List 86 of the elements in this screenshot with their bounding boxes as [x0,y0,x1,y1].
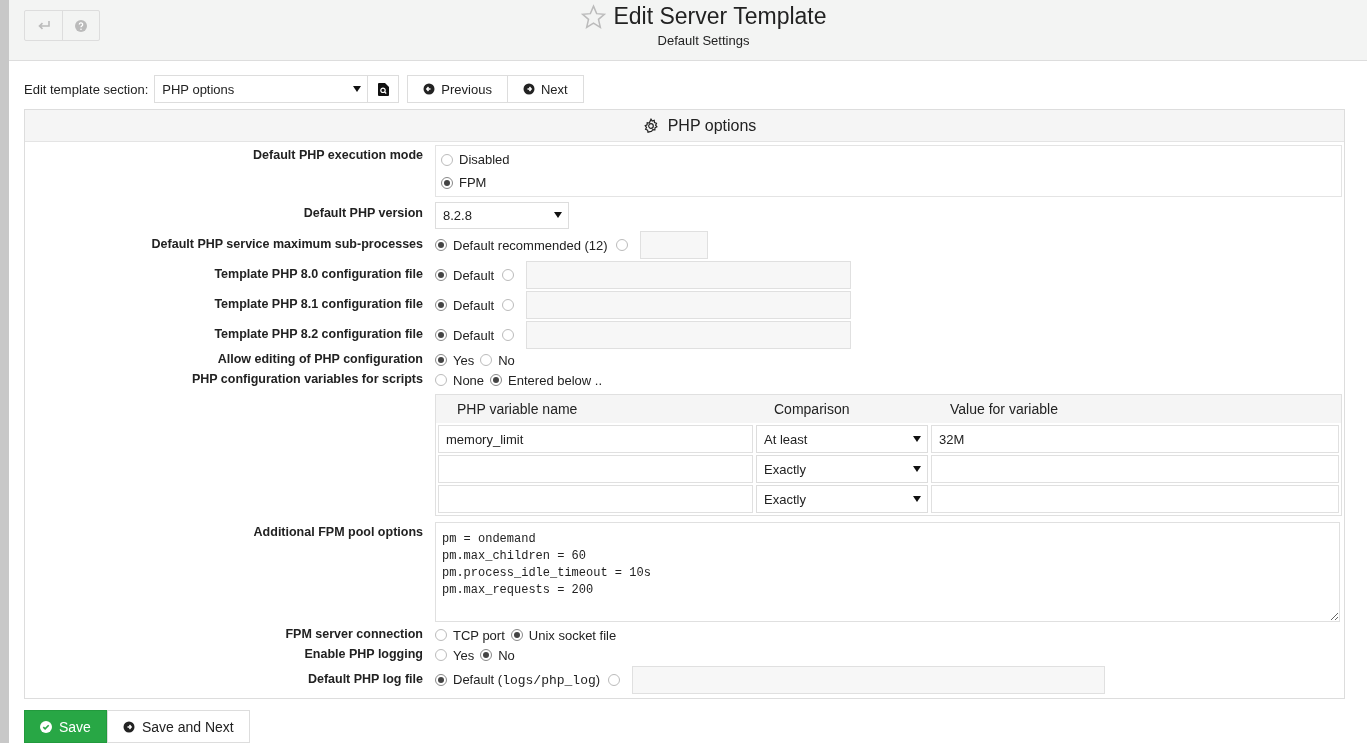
save-and-next-button[interactable]: Save and Next [106,710,250,743]
page-subtitle: Default Settings [657,33,750,48]
text-input[interactable] [632,666,1106,694]
radio-button[interactable] [502,329,515,341]
option-label: Default [453,267,495,283]
option-label: Yes [453,352,475,368]
radio-button[interactable] [441,153,453,166]
option-label: Default recommended (12) [453,237,608,253]
section-select[interactable]: PHP options [154,75,369,103]
field-label: FPM server connection [284,626,423,643]
comparison-select[interactable]: Exactly [756,455,928,483]
radio-button[interactable] [435,299,447,311]
radio-button[interactable] [480,649,493,661]
option-label: Default [453,327,495,343]
option-label: Default (logs/php_log) [453,672,601,688]
variable-value-input[interactable] [931,485,1339,513]
caret-icon [913,466,921,472]
column-header: Comparison [773,401,851,417]
field-label: PHP configuration variables for scripts [190,371,423,388]
gear-icon [642,117,659,134]
option-label: FPM [459,175,487,190]
caret-icon [913,496,921,502]
radio-button[interactable] [480,354,493,366]
radio-button[interactable] [435,629,447,641]
field-label: Default PHP version [302,205,423,222]
caret-icon [554,212,562,218]
next-button[interactable]: Next [507,75,584,103]
field-label: Additional FPM pool options [252,524,423,541]
radio-button[interactable] [435,239,447,251]
radio-button[interactable] [502,299,515,311]
radio-button[interactable] [502,269,515,281]
document-search-icon [377,82,389,96]
variable-value-input[interactable] [931,455,1339,483]
text-input[interactable] [526,321,852,349]
help-icon [75,19,87,32]
radio-button[interactable] [608,674,621,686]
variable-value-input[interactable]: 32M [931,425,1339,453]
radio-button[interactable] [615,239,628,251]
radio-button[interactable] [435,649,447,661]
option-label: Disabled [459,152,510,167]
option-label: Default [453,297,495,313]
radio-button[interactable] [435,374,447,386]
field-label: Default PHP execution mode [252,147,423,164]
option-label: No [498,352,515,368]
column-header: Value for variable [949,401,1059,417]
view-button[interactable] [368,75,400,103]
field-label: Default PHP log file [306,671,423,688]
radio-button[interactable] [435,329,447,341]
field-label: Allow editing of PHP configuration [216,351,423,368]
radio-button[interactable] [441,176,453,189]
radio-button[interactable] [435,674,447,686]
radio-button[interactable] [435,269,447,281]
field-label: Enable PHP logging [303,646,423,663]
caret-icon [353,86,362,92]
field-label: Template PHP 8.0 configuration file [213,266,423,283]
field-label: Template PHP 8.2 configuration file [213,326,423,343]
radio-button[interactable] [510,629,523,641]
field-label: Template PHP 8.1 configuration file [213,296,423,313]
radio-button[interactable] [490,374,503,386]
variable-name-input[interactable]: memory_limit [438,425,753,453]
return-arrow-icon [36,20,51,31]
previous-button[interactable]: Previous [407,75,508,103]
variable-name-input[interactable] [438,485,753,513]
text-input[interactable] [639,231,708,259]
text-input[interactable] [526,291,852,319]
caret-icon [913,436,921,442]
option-label: No [498,647,515,663]
version-select[interactable]: 8.2.8 [435,201,569,229]
pool-options-textarea[interactable]: pm = ondemand pm.max_children = 60 pm.process_idle_timeout = 10s pm.max_requests = 200 [435,522,1340,622]
check-icon [40,720,52,733]
column-header: PHP variable name [456,401,579,417]
section-label: Edit template section: [24,81,149,97]
text-input[interactable] [526,261,852,289]
option-label: None [453,372,485,388]
panel-title: PHP options [667,116,757,135]
field-label: Default PHP service maximum sub-processes [150,236,423,253]
variable-name-input[interactable] [438,455,753,483]
option-label: Unix socket file [528,627,617,643]
radio-button[interactable] [435,354,447,366]
option-label: TCP port [453,627,505,643]
comparison-select[interactable]: At least [756,425,928,453]
page-title: Edit Server Template [613,3,827,30]
comparison-select[interactable]: Exactly [756,485,928,513]
star-icon[interactable] [580,3,608,30]
option-label: Entered below .. [508,372,603,388]
option-label: Yes [453,647,475,663]
